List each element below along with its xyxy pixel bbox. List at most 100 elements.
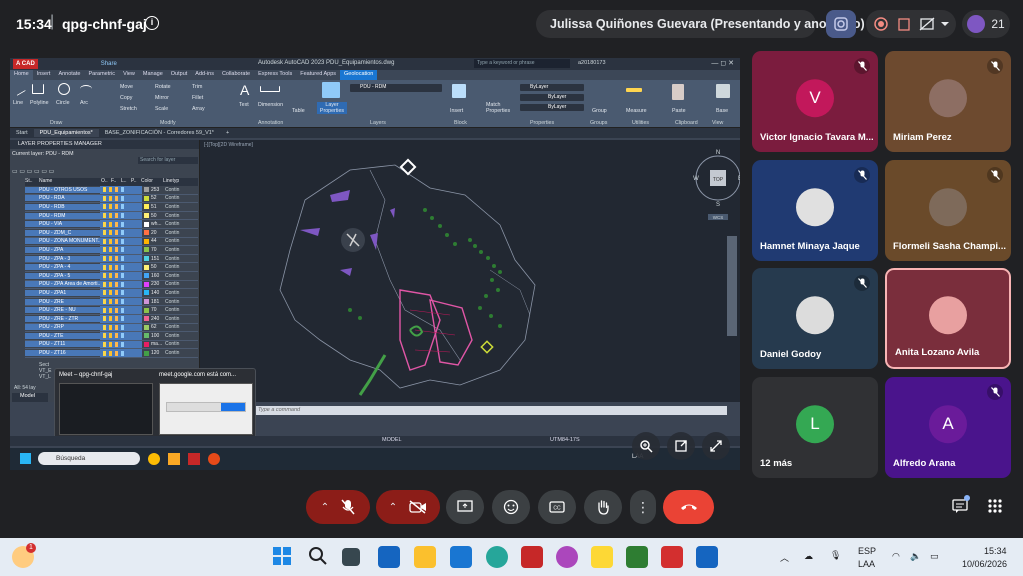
layer-color-swatch[interactable] xyxy=(144,247,149,253)
measure-icon[interactable] xyxy=(626,88,642,92)
arc-icon[interactable] xyxy=(80,85,92,93)
participant-tile[interactable]: Hamnet Minaya Jaque xyxy=(752,160,878,261)
layer-linetype[interactable]: Contin xyxy=(165,341,183,347)
autocad-user[interactable]: a20180173 xyxy=(578,60,606,66)
mic-off-icon[interactable] xyxy=(341,499,355,515)
fullscreen-icon[interactable] xyxy=(702,432,730,460)
start-button[interactable] xyxy=(272,546,294,568)
tab-collaborate[interactable]: Collaborate xyxy=(218,70,254,80)
participants-button[interactable]: 21 xyxy=(962,10,1010,38)
layer-name[interactable]: PDU - OTROS USOS xyxy=(25,186,100,193)
fillet-button[interactable]: Fillet xyxy=(192,95,203,101)
reactions-button[interactable] xyxy=(492,490,530,524)
language-code[interactable]: ESP xyxy=(858,546,876,556)
rotate-button[interactable]: Rotate xyxy=(155,84,171,90)
layer-color-swatch[interactable] xyxy=(144,299,149,305)
color-combo[interactable]: ByLayer xyxy=(520,84,584,91)
layer-row[interactable]: PDU - RDB 51 Contin xyxy=(25,203,198,212)
mic-control[interactable]: ⌃ xyxy=(306,490,370,524)
viewcube[interactable]: TOP N S W E xyxy=(693,150,740,208)
layer-name[interactable]: PDU - ZONA MONUMENT... xyxy=(25,238,100,245)
group-clipboard[interactable]: Clipboard xyxy=(675,120,698,126)
layer-state-icons[interactable] xyxy=(100,271,142,280)
file-explorer-icon[interactable] xyxy=(414,546,436,568)
layer-name[interactable]: PDU - ZPA1 xyxy=(25,289,100,296)
doc-tab-equipamientos[interactable]: PDU_Equipamientos* xyxy=(33,129,99,137)
layer-linetype[interactable]: Contin xyxy=(165,187,183,193)
layer-linetype[interactable]: Contin xyxy=(165,333,183,339)
layer-name[interactable]: PDU - VIA xyxy=(25,221,100,228)
layer-linetype[interactable]: Contin xyxy=(165,299,183,305)
viewport-label[interactable]: [-][Top][2D Wireframe] xyxy=(204,142,253,148)
participant-tile[interactable]: L 12 más xyxy=(752,377,878,478)
layer-name[interactable]: PDU - ZPA Área de Amorti... xyxy=(25,281,100,288)
layer-row[interactable]: PDU - ZPA Área de Amorti... 230 Contin xyxy=(25,280,198,290)
group-modify[interactable]: Modify xyxy=(160,120,176,126)
group-annotation[interactable]: Annotation xyxy=(258,120,283,126)
participant-tile[interactable]: Miriam Perez xyxy=(885,51,1011,152)
layer-name[interactable]: PDU - ZT16 xyxy=(25,350,100,357)
table-button[interactable]: Table xyxy=(292,108,305,114)
layer-name[interactable]: PDU - ZRP xyxy=(25,324,100,331)
excel-icon[interactable] xyxy=(626,546,648,568)
layer-linetype[interactable]: Contin xyxy=(165,324,183,330)
windows-start-icon[interactable] xyxy=(20,453,31,464)
layer-name[interactable]: PDU - ZRE - ZTR xyxy=(25,315,100,322)
layer-name[interactable]: PDU - ZPA - 5 xyxy=(25,272,100,279)
layer-row[interactable]: PDU - ZRE - ZTR 240 Contin xyxy=(25,314,198,324)
layer-row[interactable]: PDU - ZPA1 140 Contin xyxy=(25,289,198,298)
raise-hand-button[interactable] xyxy=(584,490,622,524)
layer-row[interactable]: PDU - ZRE - NU 70 Contin xyxy=(25,306,198,315)
layer-color-swatch[interactable] xyxy=(144,341,149,347)
layer-name[interactable]: PDU - ZTE xyxy=(25,332,100,339)
layer-linetype[interactable]: Contin xyxy=(165,204,183,210)
layer-row[interactable]: PDU - RDM 50 Contin xyxy=(25,211,198,221)
popup-sharing-title[interactable]: meet.google.com está com... xyxy=(159,372,236,378)
layer-name[interactable]: PDU - ZDM_C xyxy=(25,229,100,236)
layer-state-icons[interactable] xyxy=(100,349,142,357)
circle-icon[interactable] xyxy=(58,83,70,95)
tab-addins[interactable]: Add-ins xyxy=(191,70,218,80)
layer-state-icons[interactable] xyxy=(100,228,142,237)
layer-color-swatch[interactable] xyxy=(144,350,149,356)
layer-linetype[interactable]: Contin xyxy=(165,273,183,279)
recording-controls[interactable] xyxy=(866,10,956,38)
tab-view[interactable]: View xyxy=(119,70,139,80)
polyline-button[interactable]: Polyline xyxy=(30,100,49,106)
layer-combo[interactable]: PDU - RDM xyxy=(350,84,442,92)
meet-preview-thumb[interactable] xyxy=(59,383,153,435)
activities-icon[interactable] xyxy=(988,499,1002,518)
autocad-search[interactable]: Type a keyword or phrase xyxy=(474,59,570,68)
powerbi-icon[interactable] xyxy=(450,546,472,568)
layer-color-swatch[interactable] xyxy=(144,221,149,227)
measure-button[interactable]: Measure xyxy=(626,108,647,114)
zoom-in-icon[interactable] xyxy=(632,432,660,460)
layer-linetype[interactable]: Contin xyxy=(165,238,183,244)
col-freeze[interactable]: F.. xyxy=(111,178,121,186)
system-date[interactable]: 10/06/2026 xyxy=(962,559,1007,569)
layer-state-icons[interactable] xyxy=(100,246,142,254)
layer-linetype[interactable]: Contin xyxy=(165,316,183,322)
layer-name[interactable]: PDU - ZPA xyxy=(25,246,100,253)
presenting-indicator[interactable]: Julissa Quiñones Guevara (Presentando y … xyxy=(536,10,865,38)
inner-search-box[interactable]: Búsqueda xyxy=(38,452,140,465)
layer-state-icons[interactable] xyxy=(100,289,142,297)
layer-name[interactable]: PDU - ZT11 xyxy=(25,341,100,348)
layer-row[interactable]: PDU - ZT11 ma... Contin xyxy=(25,340,198,350)
layer-color-swatch[interactable] xyxy=(144,333,149,339)
group-properties[interactable]: Properties xyxy=(530,120,554,126)
layer-state-icons[interactable] xyxy=(100,194,142,203)
layer-properties-button[interactable]: Layer Properties xyxy=(317,102,347,114)
app-icon[interactable] xyxy=(208,453,220,465)
notes-icon[interactable] xyxy=(591,546,613,568)
mirror-button[interactable]: Mirror xyxy=(155,95,169,101)
window-controls[interactable]: — ◻ ✕ xyxy=(711,59,734,67)
insert-button[interactable]: Insert xyxy=(450,108,463,114)
layer-state-icons[interactable] xyxy=(100,340,142,349)
layer-name[interactable]: PDU - RDB xyxy=(25,203,100,210)
layer-state-icons[interactable] xyxy=(100,254,142,263)
group-block[interactable]: Block xyxy=(454,120,467,126)
insert-icon[interactable] xyxy=(452,84,466,98)
tab-express-tools[interactable]: Express Tools xyxy=(254,70,296,80)
copilot-icon[interactable] xyxy=(556,546,578,568)
